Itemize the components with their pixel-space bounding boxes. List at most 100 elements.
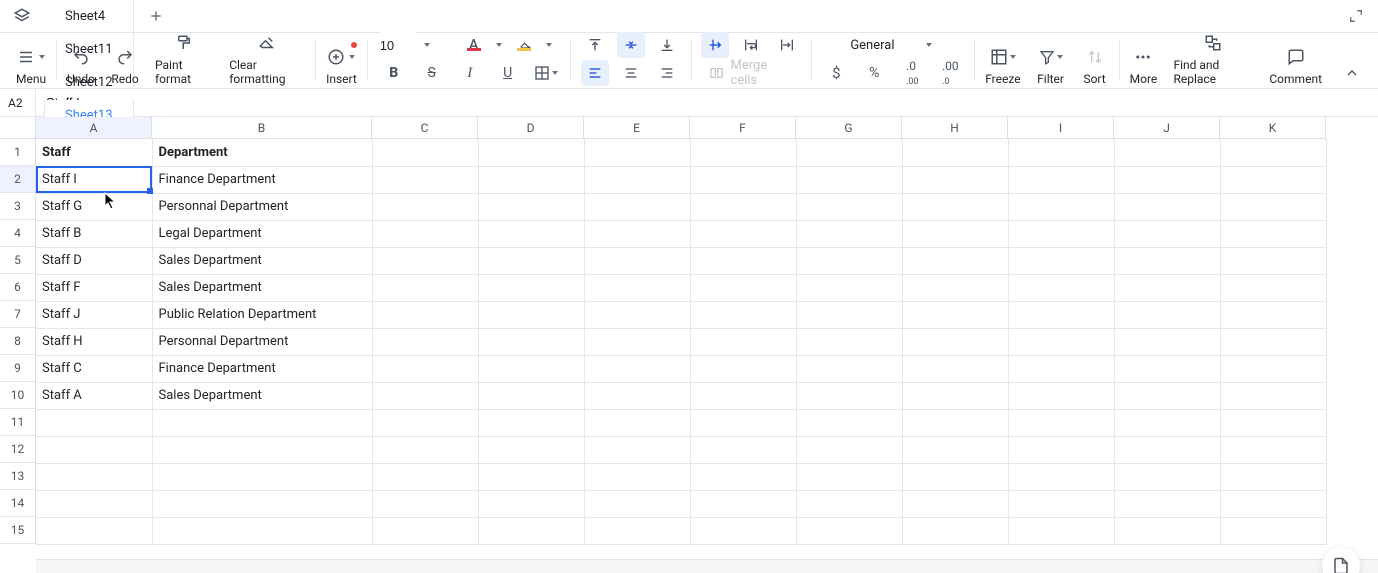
font-size-dropdown[interactable] [424,43,430,47]
cell[interactable]: Staff C [36,355,152,382]
cell[interactable] [1220,409,1326,436]
cell[interactable] [902,166,1008,193]
cell[interactable] [690,274,796,301]
cell[interactable] [1220,517,1326,544]
cell[interactable] [902,274,1008,301]
cell[interactable] [796,274,902,301]
cell[interactable] [478,436,584,463]
cell[interactable] [478,274,584,301]
cell[interactable]: Department [152,139,372,166]
formula-input[interactable] [36,89,1378,116]
cell[interactable] [584,355,690,382]
row-header[interactable]: 12 [0,436,36,463]
cell[interactable] [1220,328,1326,355]
sheets-list-button[interactable] [8,2,36,30]
cell[interactable] [1114,220,1220,247]
cell[interactable] [1114,355,1220,382]
cell[interactable]: Staff I [36,166,152,193]
cell[interactable] [36,490,152,517]
cell[interactable] [372,382,478,409]
cell[interactable] [796,166,902,193]
cell[interactable] [152,436,372,463]
horizontal-scrollbar[interactable] [36,559,1378,573]
cell[interactable] [36,409,152,436]
cell[interactable] [796,517,902,544]
cell[interactable] [1220,490,1326,517]
cell[interactable] [584,247,690,274]
cell[interactable] [690,166,796,193]
cell[interactable] [902,436,1008,463]
cell[interactable] [372,436,478,463]
cell[interactable] [1008,463,1114,490]
cell[interactable] [478,166,584,193]
row-header[interactable]: 2 [0,166,36,193]
cell[interactable] [690,382,796,409]
cell[interactable] [690,355,796,382]
cell[interactable] [1008,436,1114,463]
underline-button[interactable]: U [494,60,522,86]
cell[interactable]: Staff [36,139,152,166]
column-header[interactable]: B [152,117,372,139]
cell[interactable] [1008,328,1114,355]
cell[interactable] [1114,409,1220,436]
cell[interactable] [478,139,584,166]
row-header[interactable]: 9 [0,355,36,382]
cell[interactable] [690,409,796,436]
cell[interactable]: Staff H [36,328,152,355]
cell[interactable] [690,193,796,220]
cell[interactable]: Sales Department [152,382,372,409]
cell[interactable]: Finance Department [152,166,372,193]
cell[interactable] [478,220,584,247]
cell[interactable] [1220,355,1326,382]
row-header[interactable]: 13 [0,463,36,490]
cell[interactable] [1220,274,1326,301]
cell[interactable] [902,220,1008,247]
cell[interactable] [1114,463,1220,490]
cell[interactable] [152,517,372,544]
find-replace-button[interactable] [1199,30,1227,56]
column-header[interactable]: G [796,117,902,139]
column-header[interactable]: H [902,117,1008,139]
cell[interactable] [584,301,690,328]
cell[interactable]: Staff D [36,247,152,274]
cell[interactable] [690,517,796,544]
column-header[interactable]: J [1114,117,1220,139]
redo-button[interactable] [111,44,139,70]
cell[interactable] [1114,382,1220,409]
cell[interactable] [1008,301,1114,328]
cell[interactable] [1008,409,1114,436]
cell[interactable] [1008,193,1114,220]
cell[interactable] [902,139,1008,166]
row-header[interactable]: 14 [0,490,36,517]
cell[interactable] [372,193,478,220]
wrap-clip-button[interactable] [773,32,801,58]
cell[interactable] [1114,193,1220,220]
cell[interactable] [690,328,796,355]
cell[interactable] [584,382,690,409]
cell[interactable] [372,247,478,274]
cell[interactable] [902,517,1008,544]
select-all-corner[interactable] [0,117,36,139]
cell[interactable] [1114,436,1220,463]
fullscreen-button[interactable] [1342,2,1370,30]
strike-button[interactable]: S [418,60,446,86]
valign-top-button[interactable] [581,32,609,58]
halign-right-button[interactable] [653,60,681,86]
halign-left-button[interactable] [581,60,609,86]
cell[interactable] [1220,436,1326,463]
font-color-button[interactable]: A [460,32,488,58]
cell[interactable] [372,463,478,490]
cell[interactable] [1114,301,1220,328]
cell[interactable] [1008,490,1114,517]
cell[interactable] [1220,382,1326,409]
cell[interactable] [1114,166,1220,193]
row-header[interactable]: 4 [0,220,36,247]
cell[interactable] [478,463,584,490]
cell[interactable] [584,193,690,220]
column-header[interactable]: C [372,117,478,139]
cell[interactable] [372,490,478,517]
increase-decimal-button[interactable]: .00.0 [936,60,964,86]
cell[interactable] [796,436,902,463]
number-format-select[interactable]: General [848,32,938,58]
cell[interactable] [372,301,478,328]
